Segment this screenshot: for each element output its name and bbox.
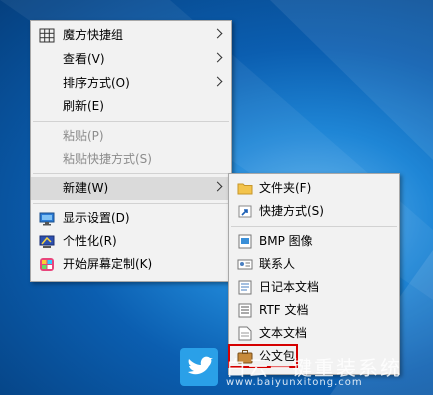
submenu-item-label: BMP 图像 bbox=[259, 234, 313, 248]
rtf-document-icon bbox=[238, 303, 252, 318]
menu-item-label: 刷新(E) bbox=[63, 99, 104, 113]
menu-item-magic-quick-group[interactable]: 魔方快捷组 bbox=[31, 24, 231, 47]
menu-item-label: 开始屏幕定制(K) bbox=[63, 257, 153, 271]
chevron-right-icon bbox=[212, 28, 223, 39]
menu-separator bbox=[33, 121, 229, 122]
menu-separator bbox=[231, 226, 397, 227]
display-settings-icon bbox=[39, 212, 55, 226]
submenu-item-label: 日记本文档 bbox=[259, 280, 320, 294]
menu-item-start-screen[interactable]: 开始屏幕定制(K) bbox=[31, 253, 231, 276]
menu-item-label: 新建(W) bbox=[63, 181, 109, 195]
submenu-item-label: 联系人 bbox=[259, 257, 296, 271]
bird-logo-icon bbox=[180, 348, 218, 386]
bird-glyph-icon bbox=[188, 356, 213, 375]
watermark-url: www.baiyunxitong.com bbox=[226, 377, 363, 388]
menu-item-view[interactable]: 查看(V) bbox=[31, 48, 231, 71]
chevron-right-icon bbox=[212, 181, 223, 192]
submenu-item-label: 快捷方式(S) bbox=[259, 204, 324, 218]
submenu-item-label: RTF 文档 bbox=[259, 303, 309, 317]
submenu-item-text-document[interactable]: 文本文档 bbox=[229, 322, 399, 345]
grid-icon bbox=[39, 28, 55, 43]
submenu-item-label: 文本文档 bbox=[259, 326, 308, 340]
bmp-image-icon bbox=[238, 234, 252, 249]
submenu-item-contact[interactable]: 联系人 bbox=[229, 253, 399, 276]
submenu-item-folder[interactable]: 文件夹(F) bbox=[229, 177, 399, 200]
menu-item-label: 个性化(R) bbox=[63, 234, 117, 248]
chevron-right-icon bbox=[212, 52, 223, 63]
menu-item-label: 查看(V) bbox=[63, 52, 105, 66]
menu-item-label: 粘贴(P) bbox=[63, 129, 104, 143]
menu-item-personalize[interactable]: 个性化(R) bbox=[31, 230, 231, 253]
submenu-item-label: 文件夹(F) bbox=[259, 181, 312, 195]
menu-item-label: 排序方式(O) bbox=[63, 76, 130, 90]
menu-item-refresh[interactable]: 刷新(E) bbox=[31, 95, 231, 118]
submenu-item-bmp[interactable]: BMP 图像 bbox=[229, 230, 399, 253]
journal-icon bbox=[238, 280, 252, 295]
personalize-icon bbox=[39, 235, 55, 248]
start-screen-icon bbox=[40, 258, 54, 271]
menu-separator bbox=[33, 203, 229, 204]
menu-separator bbox=[33, 173, 229, 174]
menu-item-paste: 粘贴(P) bbox=[31, 125, 231, 148]
contact-icon bbox=[237, 259, 253, 270]
submenu-item-journal[interactable]: 日记本文档 bbox=[229, 276, 399, 299]
folder-icon bbox=[237, 183, 253, 195]
submenu-item-rtf[interactable]: RTF 文档 bbox=[229, 299, 399, 322]
menu-item-paste-shortcut: 粘贴快捷方式(S) bbox=[31, 148, 231, 171]
menu-item-label: 粘贴快捷方式(S) bbox=[63, 152, 152, 166]
menu-item-sort-by[interactable]: 排序方式(O) bbox=[31, 72, 231, 95]
menu-item-label: 魔方快捷组 bbox=[63, 28, 124, 42]
menu-item-new[interactable]: 新建(W) bbox=[31, 177, 231, 200]
text-document-icon bbox=[238, 326, 252, 341]
submenu-item-shortcut[interactable]: 快捷方式(S) bbox=[229, 200, 399, 223]
shortcut-icon bbox=[238, 205, 252, 218]
chevron-right-icon bbox=[212, 76, 223, 87]
desktop-context-menu: 魔方快捷组 查看(V) 排序方式(O) 刷新(E) 粘贴(P) 粘贴快捷方式(S… bbox=[30, 20, 232, 282]
menu-item-label: 显示设置(D) bbox=[63, 211, 130, 225]
menu-item-display-settings[interactable]: 显示设置(D) bbox=[31, 207, 231, 230]
